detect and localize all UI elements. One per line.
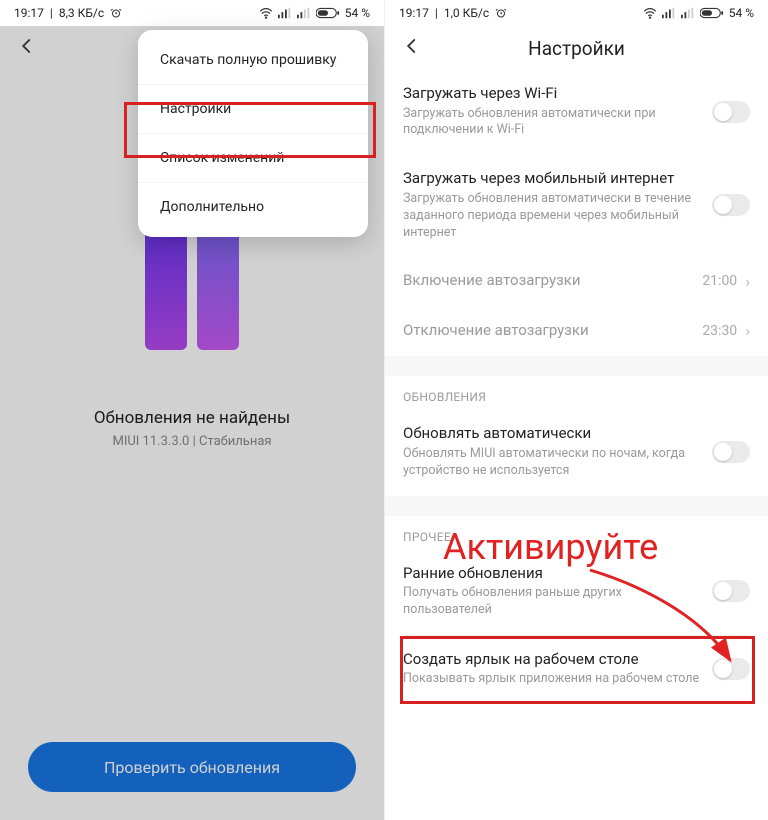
battery-icon bbox=[316, 7, 340, 19]
setting-title: Обновлять автоматически bbox=[403, 424, 702, 444]
alarm-icon bbox=[110, 7, 122, 19]
setting-early-updates[interactable]: Ранние обновления Получать обновления ра… bbox=[385, 550, 768, 635]
toggle-wifi[interactable] bbox=[712, 101, 750, 123]
settings-list: Загружать через Wi-Fi Загружать обновлен… bbox=[385, 70, 768, 724]
status-net: 1,0 КБ/с bbox=[444, 6, 489, 20]
screenshot-updater: 19:17 | 8,3 КБ/с 54 % Об bbox=[0, 0, 384, 820]
screenshot-settings: 19:17 | 1,0 КБ/с 54 % На bbox=[384, 0, 768, 820]
setting-auto-update[interactable]: Обновлять автоматически Обновлять MIUI а… bbox=[385, 410, 768, 495]
setting-title: Отключение автозагрузки bbox=[403, 321, 692, 341]
toggle-auto-update[interactable] bbox=[712, 441, 750, 463]
wifi-icon bbox=[259, 7, 273, 19]
top-nav: Настройки bbox=[385, 26, 768, 70]
status-net: 8,3 КБ/с bbox=[59, 6, 104, 20]
setting-title: Загружать через Wi-Fi bbox=[403, 84, 702, 104]
alarm-icon bbox=[495, 7, 507, 19]
signal-icon bbox=[278, 7, 292, 19]
setting-create-shortcut[interactable]: Создать ярлык на рабочем столе Показыват… bbox=[385, 636, 768, 704]
setting-sub: Обновлять MIUI автоматически по ночам, к… bbox=[403, 446, 702, 480]
status-bar: 19:17 | 1,0 КБ/с 54 % bbox=[385, 0, 768, 26]
setting-sub: Загружать обновления автоматически при п… bbox=[403, 106, 702, 140]
menu-download-firmware[interactable]: Скачать полную прошивку bbox=[138, 36, 368, 84]
sim-icon bbox=[297, 7, 311, 19]
sim-icon bbox=[681, 7, 695, 19]
battery-pct: 54 % bbox=[345, 6, 370, 20]
menu-more[interactable]: Дополнительно bbox=[138, 182, 368, 231]
setting-value: 21:00 bbox=[702, 273, 737, 289]
section-divider bbox=[385, 496, 768, 516]
section-updates-label: ОБНОВЛЕНИЯ bbox=[385, 376, 768, 410]
setting-sub: Показывать ярлык приложения на рабочем с… bbox=[403, 671, 702, 688]
setting-mobile-download[interactable]: Загружать через мобильный интернет Загру… bbox=[385, 155, 768, 257]
chevron-right-icon: › bbox=[745, 272, 750, 291]
back-button[interactable] bbox=[12, 32, 42, 65]
setting-sub: Получать обновления раньше других пользо… bbox=[403, 585, 702, 619]
status-time: 19:17 bbox=[399, 6, 429, 20]
setting-auto-off[interactable]: Отключение автозагрузки 23:30 › bbox=[385, 307, 768, 357]
toggle-shortcut[interactable] bbox=[712, 658, 750, 680]
back-button[interactable] bbox=[397, 32, 427, 65]
section-other-label: ПРОЧЕЕ bbox=[385, 516, 768, 550]
section-divider bbox=[385, 356, 768, 376]
status-time: 19:17 bbox=[14, 6, 44, 20]
signal-icon bbox=[662, 7, 676, 19]
setting-wifi-download[interactable]: Загружать через Wi-Fi Загружать обновлен… bbox=[385, 70, 768, 155]
setting-title: Создать ярлык на рабочем столе bbox=[403, 650, 702, 670]
context-menu: Скачать полную прошивку Настройки Список… bbox=[138, 30, 368, 237]
chevron-right-icon: › bbox=[745, 321, 750, 340]
setting-sub: Загружать обновления автоматически в теч… bbox=[403, 191, 702, 242]
page-title: Настройки bbox=[385, 37, 768, 60]
setting-title: Загружать через мобильный интернет bbox=[403, 169, 702, 189]
menu-changelog[interactable]: Список изменений bbox=[138, 133, 368, 182]
setting-auto-on[interactable]: Включение автозагрузки 21:00 › bbox=[385, 257, 768, 307]
toggle-early-updates[interactable] bbox=[712, 580, 750, 602]
wifi-icon bbox=[643, 7, 657, 19]
setting-title: Ранние обновления bbox=[403, 564, 702, 584]
setting-title: Включение автозагрузки bbox=[403, 271, 692, 291]
battery-pct: 54 % bbox=[729, 6, 754, 20]
battery-icon bbox=[700, 7, 724, 19]
menu-settings[interactable]: Настройки bbox=[138, 84, 368, 133]
status-bar: 19:17 | 8,3 КБ/с 54 % bbox=[0, 0, 384, 26]
toggle-mobile[interactable] bbox=[712, 194, 750, 216]
setting-value: 23:30 bbox=[702, 323, 737, 339]
